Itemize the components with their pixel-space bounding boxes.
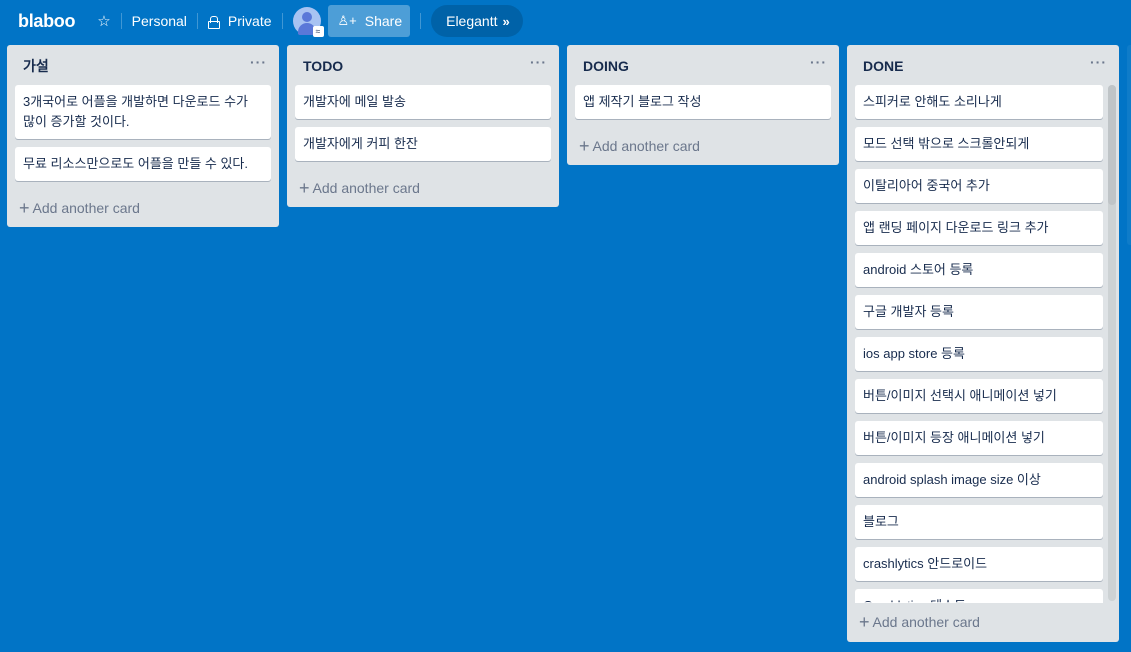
list-menu-icon[interactable]: ···	[1088, 54, 1109, 76]
card[interactable]: 버튼/이미지 등장 애니메이션 넣기	[855, 421, 1103, 455]
plus-icon: +	[579, 136, 590, 156]
card-list: 개발자에 메일 발송 개발자에게 커피 한잔	[287, 85, 559, 161]
elegantt-powerup-button[interactable]: Elegantt »	[431, 5, 523, 37]
header-divider	[420, 13, 422, 29]
board-canvas: 가설 ··· 3개국어로 어플을 개발하면 다운로드 수가 많이 증가할 것이다…	[0, 45, 1131, 652]
card-list: 스피커로 안해도 소리나게 모드 선택 밖으로 스크롤안되게 이탈리아어 중국어…	[847, 85, 1119, 603]
visibility-button[interactable]: Private	[202, 5, 278, 37]
plus-icon: +	[299, 178, 310, 198]
list-header: DOING ···	[567, 45, 839, 85]
add-card-button[interactable]: + Add another card	[7, 189, 279, 227]
add-card-button[interactable]: + Add another card	[567, 127, 839, 165]
list-scrollbar[interactable]	[1108, 85, 1116, 601]
share-label: Share	[364, 13, 403, 29]
plus-icon: +	[19, 198, 30, 218]
add-card-label: Add another card	[592, 138, 700, 154]
plus-icon: +	[859, 612, 870, 632]
add-card-label: Add another card	[32, 200, 140, 216]
card[interactable]: crashlytics 안드로이드	[855, 547, 1103, 581]
star-board-button[interactable]: ☆	[91, 5, 116, 37]
header-divider	[196, 13, 198, 29]
board-header: blaboo ☆ Personal Private ≈ ♙+ Share Ele…	[0, 0, 1131, 42]
card[interactable]: 3개국어로 어플을 개발하면 다운로드 수가 많이 증가할 것이다.	[15, 85, 271, 139]
card[interactable]: android 스토어 등록	[855, 253, 1103, 287]
card-scroll-area: 스피커로 안해도 소리나게 모드 선택 밖으로 스크롤안되게 이탈리아어 중국어…	[847, 85, 1119, 603]
team-button[interactable]: Personal	[126, 5, 193, 37]
add-member-icon: ♙+	[337, 13, 357, 28]
card[interactable]: 구글 개발자 등록	[855, 295, 1103, 329]
member-avatar[interactable]: ≈	[292, 7, 324, 37]
scroll-edge-divider	[855, 602, 1103, 603]
card[interactable]: android splash image size 이상	[855, 463, 1103, 497]
add-card-label: Add another card	[872, 614, 980, 630]
card[interactable]: 스피커로 안해도 소리나게	[855, 85, 1103, 119]
team-label: Personal	[131, 13, 187, 29]
card[interactable]: 이탈리아어 중국어 추가	[855, 169, 1103, 203]
add-list-peek[interactable]	[1127, 45, 1131, 245]
card-list: 3개국어로 어플을 개발하면 다운로드 수가 많이 증가할 것이다. 무료 리소…	[7, 85, 279, 181]
list-header: TODO ···	[287, 45, 559, 85]
card[interactable]: 앱 제작기 블로그 작성	[575, 85, 831, 119]
list-doing: DOING ··· 앱 제작기 블로그 작성 + Add another car…	[567, 45, 839, 165]
list-menu-icon[interactable]: ···	[248, 54, 269, 76]
add-card-button[interactable]: + Add another card	[287, 169, 559, 207]
card[interactable]: 개발자에게 커피 한잔	[295, 127, 551, 161]
header-divider	[281, 13, 283, 29]
card[interactable]: ios app store 등록	[855, 337, 1103, 371]
list-title[interactable]: DONE	[863, 56, 903, 74]
board-name[interactable]: blaboo	[16, 7, 77, 36]
card[interactable]: 모드 선택 밖으로 스크롤안되게	[855, 127, 1103, 161]
card[interactable]: 앱 랜딩 페이지 다운로드 링크 추가	[855, 211, 1103, 245]
share-button[interactable]: ♙+ Share	[327, 5, 411, 37]
list-hypothesis: 가설 ··· 3개국어로 어플을 개발하면 다운로드 수가 많이 증가할 것이다…	[7, 45, 279, 227]
admin-badge-icon: ≈	[312, 26, 324, 37]
elegantt-label: Elegantt	[446, 13, 498, 29]
card[interactable]: 무료 리소스만으로도 어플을 만들 수 있다.	[15, 147, 271, 181]
header-divider	[120, 13, 122, 29]
card[interactable]: 블로그	[855, 505, 1103, 539]
star-icon: ☆	[97, 13, 111, 30]
list-menu-icon[interactable]: ···	[528, 54, 549, 76]
list-header: DONE ···	[847, 45, 1119, 85]
scrollbar-thumb[interactable]	[1108, 85, 1116, 205]
list-title[interactable]: TODO	[303, 56, 343, 74]
list-title[interactable]: 가설	[23, 54, 49, 76]
card-list: 앱 제작기 블로그 작성	[567, 85, 839, 119]
add-card-label: Add another card	[312, 180, 420, 196]
visibility-label: Private	[227, 13, 272, 29]
card[interactable]: Crashlytics 테스트	[855, 589, 1103, 603]
list-menu-icon[interactable]: ···	[808, 54, 829, 76]
avatar-head	[301, 12, 312, 22]
double-chevron-right-icon: »	[502, 13, 509, 29]
list-title[interactable]: DOING	[583, 56, 629, 74]
list-header: 가설 ···	[7, 45, 279, 85]
add-card-button[interactable]: + Add another card	[847, 603, 1119, 641]
card[interactable]: 버튼/이미지 선택시 애니메이션 넣기	[855, 379, 1103, 413]
list-todo: TODO ··· 개발자에 메일 발송 개발자에게 커피 한잔 + Add an…	[287, 45, 559, 207]
lock-icon	[207, 15, 220, 29]
card[interactable]: 개발자에 메일 발송	[295, 85, 551, 119]
list-done: DONE ··· 스피커로 안해도 소리나게 모드 선택 밖으로 스크롤안되게 …	[847, 45, 1119, 642]
